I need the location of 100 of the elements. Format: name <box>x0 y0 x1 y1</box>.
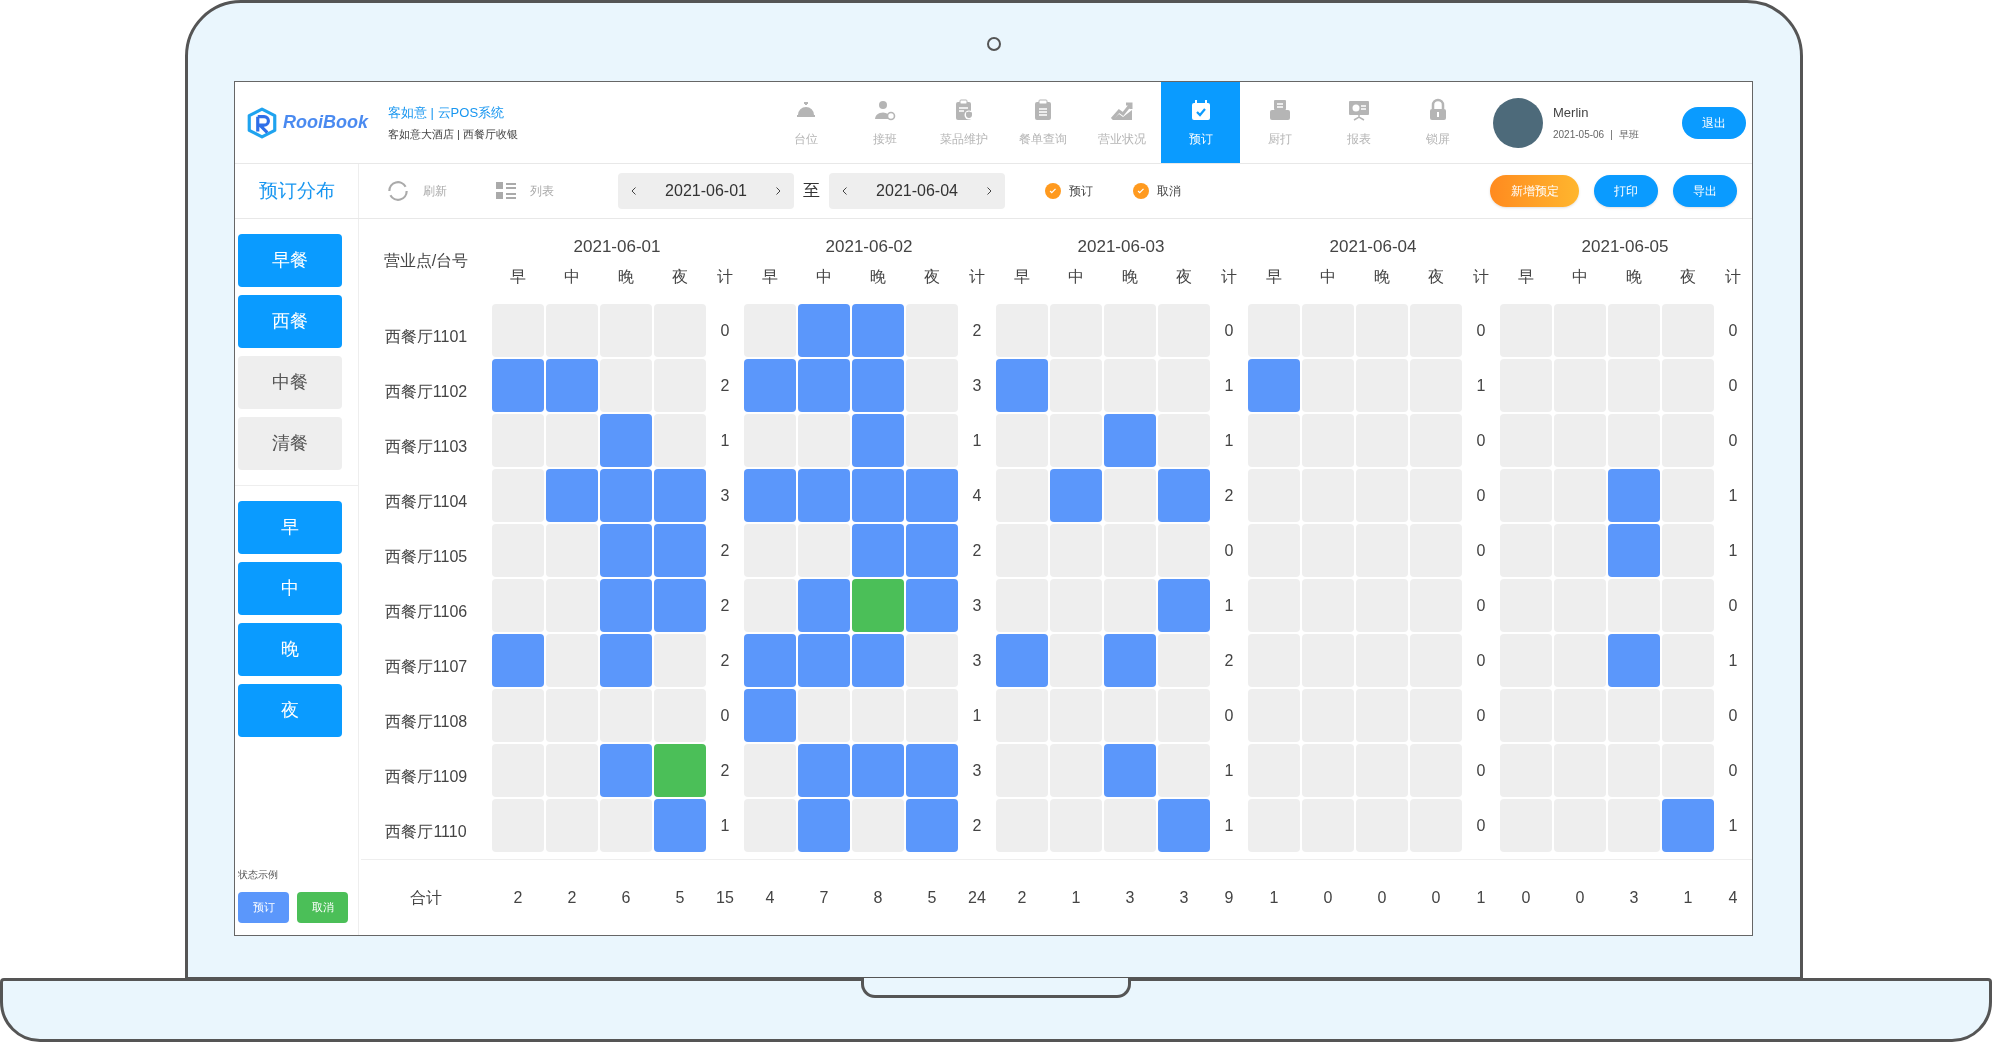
row-total: 1 <box>1727 650 1739 671</box>
nav-tab[interactable]: 锁屏 <box>1398 82 1477 163</box>
nav-tab[interactable]: 厨打 <box>1240 82 1319 163</box>
booking-cell[interactable] <box>852 634 904 687</box>
column-total: 1 <box>1268 887 1280 908</box>
row-total: 0 <box>1727 760 1739 781</box>
booking-cell[interactable] <box>798 579 850 632</box>
booking-cell[interactable] <box>654 524 706 577</box>
meal-filter-button[interactable]: 西餐 <box>238 295 342 348</box>
shift-filter-button[interactable]: 早 <box>238 501 342 554</box>
booking-cell[interactable] <box>798 469 850 522</box>
booking-cell[interactable] <box>600 579 652 632</box>
row-total: 0 <box>1475 595 1487 616</box>
booking-cell[interactable] <box>996 359 1048 412</box>
meal-filter-button[interactable]: 早餐 <box>238 234 342 287</box>
logout-button[interactable]: 退出 <box>1682 106 1746 139</box>
booking-cell[interactable] <box>798 359 850 412</box>
booking-cell[interactable] <box>744 634 796 687</box>
booking-cell[interactable] <box>744 469 796 522</box>
date-header: 2021-06-05 <box>1581 235 1669 258</box>
shift-filter-button[interactable]: 晚 <box>238 623 342 676</box>
booking-cell[interactable] <box>600 524 652 577</box>
booking-cell[interactable] <box>744 689 796 742</box>
slot-header: 中 <box>1319 267 1337 287</box>
booking-cell[interactable] <box>852 414 904 467</box>
row-total: 2 <box>719 760 731 781</box>
row-total: 2 <box>719 375 731 396</box>
action-button[interactable]: 新增预定 <box>1490 175 1579 207</box>
nav-tab[interactable]: 菜品维护 <box>924 82 1003 163</box>
meal-filter-button[interactable]: 中餐 <box>238 356 342 409</box>
booking-cell[interactable] <box>1104 414 1156 467</box>
nav-tab[interactable]: 预订 <box>1161 82 1240 163</box>
booking-cell[interactable] <box>1104 744 1156 797</box>
booking-cell[interactable] <box>492 359 544 412</box>
booking-cell[interactable] <box>906 744 958 797</box>
nav-tab[interactable]: 接班 <box>845 82 924 163</box>
booking-cell[interactable] <box>852 579 904 632</box>
separator-text: | <box>1610 128 1613 143</box>
booking-cell[interactable] <box>906 799 958 852</box>
booking-cell[interactable] <box>1050 469 1102 522</box>
filter-checkbox[interactable]: 取消 <box>1133 182 1181 200</box>
slot-header: 夜 <box>1427 267 1445 287</box>
booking-cell[interactable] <box>852 359 904 412</box>
table-name: 西餐厅1110 <box>385 821 467 842</box>
booking-cell[interactable] <box>906 579 958 632</box>
booking-cell[interactable] <box>1158 469 1210 522</box>
shift-filter-button[interactable]: 夜 <box>238 684 342 737</box>
refresh-button[interactable]: 刷新 <box>385 178 465 204</box>
booking-cell[interactable] <box>1608 634 1660 687</box>
list-view-button[interactable]: 列表 <box>494 179 574 203</box>
booking-cell[interactable] <box>654 579 706 632</box>
booking-cell[interactable] <box>600 744 652 797</box>
nav-tab[interactable]: 营业状况 <box>1082 82 1161 163</box>
row-total: 1 <box>1223 375 1235 396</box>
meal-filter-button[interactable]: 清餐 <box>238 417 342 470</box>
nav-tab[interactable]: 报表 <box>1319 82 1398 163</box>
date-picker[interactable]: 2021-06-01 <box>618 173 794 209</box>
filter-checkbox[interactable]: 预订 <box>1045 182 1093 200</box>
booking-cell[interactable] <box>546 359 598 412</box>
row-total: 2 <box>971 540 983 561</box>
action-button[interactable]: 打印 <box>1594 175 1658 207</box>
booking-cell[interactable] <box>1608 469 1660 522</box>
booking-cell[interactable] <box>600 634 652 687</box>
slot-header: 夜 <box>1679 267 1697 287</box>
day-total: 1 <box>1475 887 1487 908</box>
booking-cell[interactable] <box>906 524 958 577</box>
row-total: 3 <box>971 650 983 671</box>
booking-cell[interactable] <box>798 744 850 797</box>
booking-cell[interactable] <box>654 744 706 797</box>
booking-cell[interactable] <box>1158 799 1210 852</box>
booking-cell[interactable] <box>852 304 904 357</box>
booking-cell[interactable] <box>852 524 904 577</box>
booking-cell[interactable] <box>1608 524 1660 577</box>
booking-cell[interactable] <box>1662 799 1714 852</box>
booking-cell[interactable] <box>600 414 652 467</box>
booking-cell[interactable] <box>654 799 706 852</box>
booking-cell[interactable] <box>798 304 850 357</box>
booking-cell[interactable] <box>600 469 652 522</box>
booking-cell[interactable] <box>654 469 706 522</box>
booking-cell[interactable] <box>852 744 904 797</box>
booking-cell[interactable] <box>1104 634 1156 687</box>
action-button[interactable]: 导出 <box>1673 175 1737 207</box>
booking-cell[interactable] <box>1248 359 1300 412</box>
date-picker[interactable]: 2021-06-04 <box>829 173 1005 209</box>
nav-tab[interactable]: 餐单查询 <box>1003 82 1082 163</box>
booking-cell[interactable] <box>852 469 904 522</box>
shift-filter-button[interactable]: 中 <box>238 562 342 615</box>
booking-cell[interactable] <box>996 634 1048 687</box>
booking-cell[interactable] <box>1158 579 1210 632</box>
booking-cell[interactable] <box>492 634 544 687</box>
booking-cell[interactable] <box>798 634 850 687</box>
booking-cell[interactable] <box>906 469 958 522</box>
row-total: 0 <box>1727 705 1739 726</box>
booking-cell[interactable] <box>798 799 850 852</box>
nav-tab[interactable]: 台位 <box>766 82 845 163</box>
column-total: 1 <box>1682 887 1694 908</box>
slot-header: 早 <box>1013 267 1031 287</box>
row-total: 2 <box>971 815 983 836</box>
booking-cell[interactable] <box>546 469 598 522</box>
booking-cell[interactable] <box>744 359 796 412</box>
